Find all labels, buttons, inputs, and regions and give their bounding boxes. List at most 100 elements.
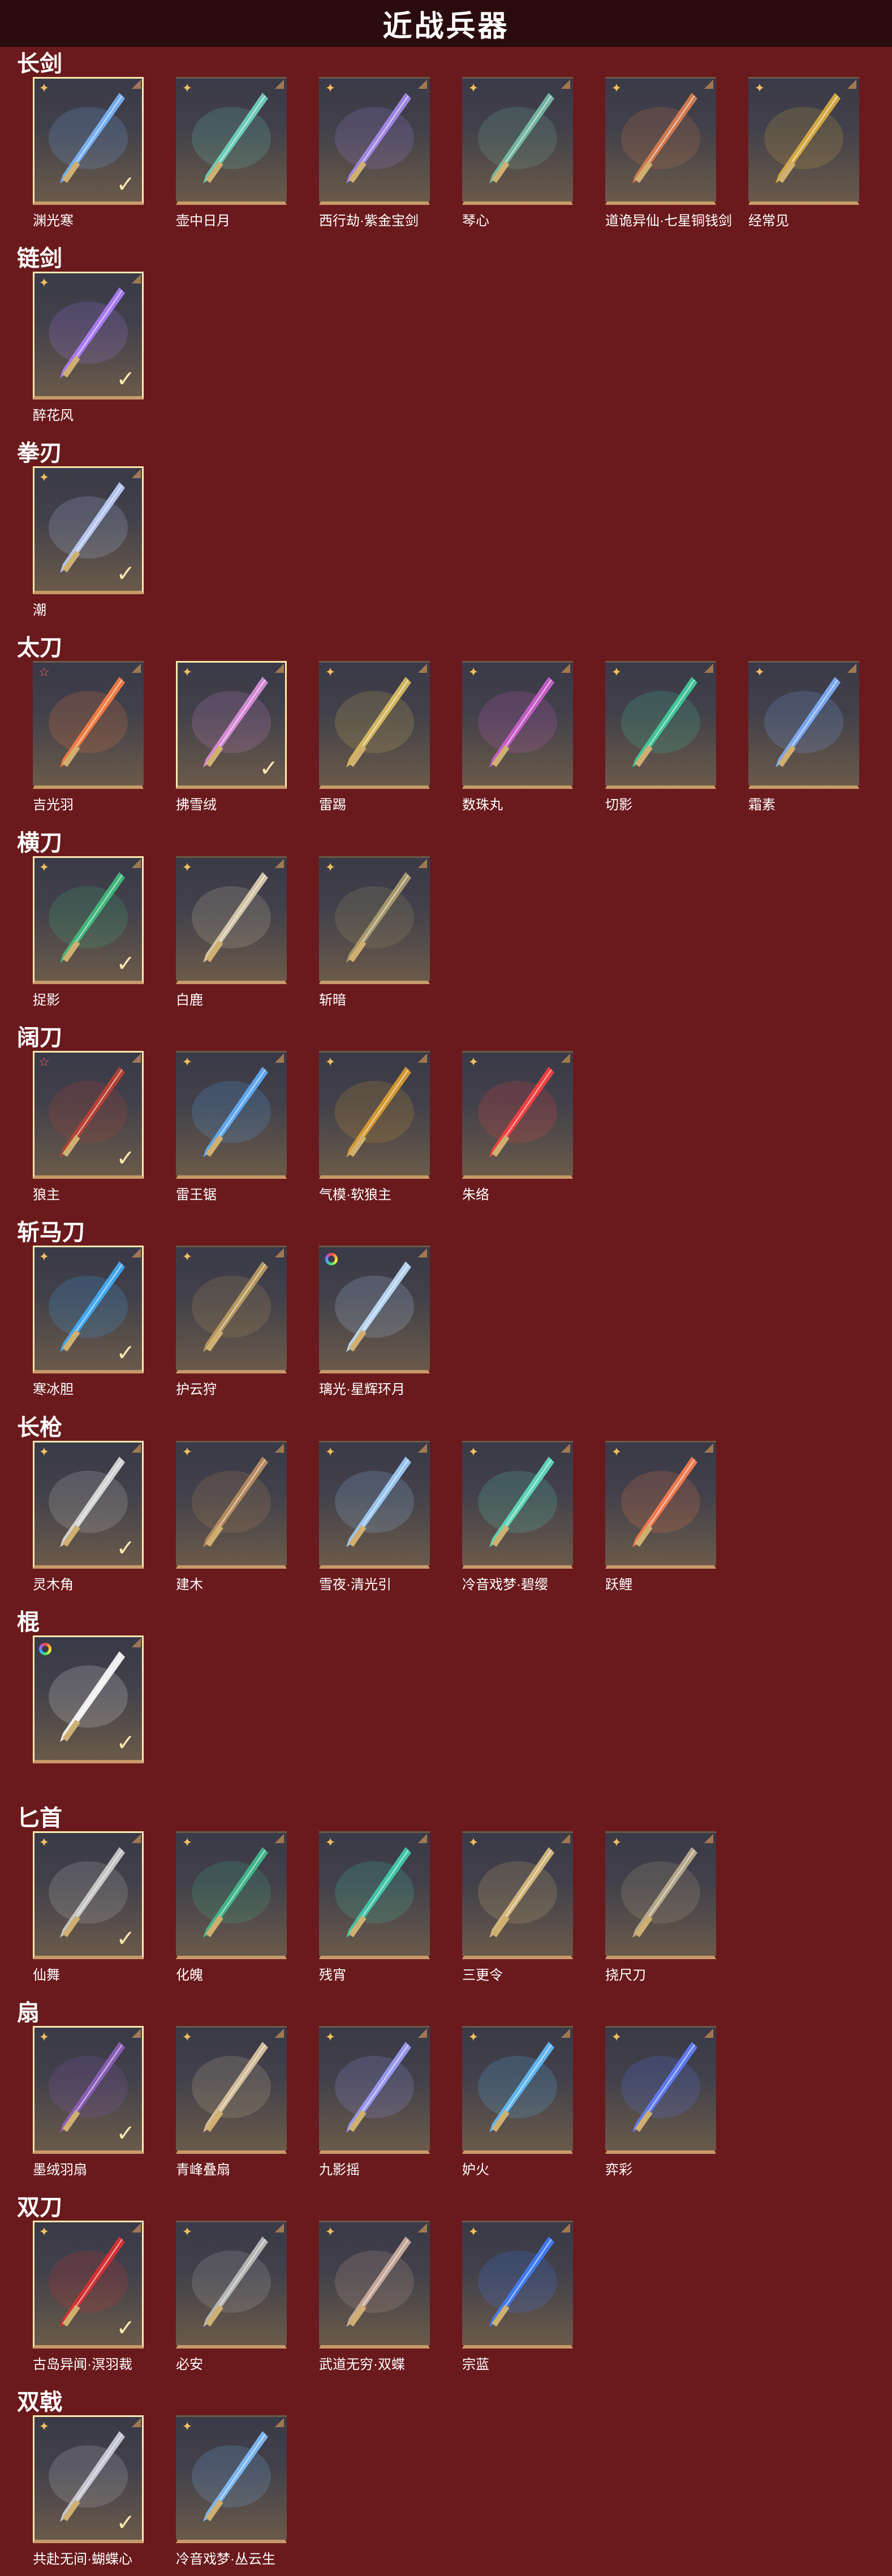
weapon-icon [335,1067,414,1157]
weapon-card[interactable]: ✦ 霜素 [748,661,859,813]
weapon-thumbnail[interactable]: ✦ [319,2026,430,2154]
weapon-card[interactable]: ✦ ✓ 渊光寒 [33,77,144,229]
weapon-thumbnail[interactable]: ✦ ✓ [33,466,144,594]
weapon-thumbnail[interactable]: ✦ [319,661,430,789]
weapon-card[interactable]: 璃光·星辉环月 [319,1246,430,1398]
weapon-thumbnail[interactable]: ✦ ✓ [33,2026,144,2154]
weapon-card[interactable]: ✦ 冷音戏梦·丛云生 [176,2415,287,2568]
weapon-card[interactable]: ✦ 气模·软狼主 [319,1051,430,1203]
weapon-thumbnail[interactable]: ✦ [462,77,573,205]
weapon-thumbnail[interactable]: ✦ [605,77,716,205]
weapon-thumbnail[interactable]: ✦ [605,1441,716,1569]
weapon-card[interactable]: ✦ ✓ 捉影 [33,856,144,1008]
weapon-card[interactable]: ☆ ✓ 狼主 [33,1051,144,1203]
category-title: 横刀 [17,831,62,856]
weapon-card[interactable]: ✦ 斩暗 [319,856,430,1008]
weapon-card[interactable]: ✦ 冷音戏梦·碧缨 [462,1441,573,1593]
weapon-icon [192,872,271,963]
weapon-card[interactable]: ✦ ✓ 共赴无间·蝴蝶心 [33,2415,144,2568]
weapon-thumbnail[interactable]: ☆ ✓ [33,1051,144,1179]
weapon-thumbnail[interactable]: ✦ [319,77,430,205]
weapon-card[interactable]: ✦ 雪夜·清光引 [319,1441,430,1593]
weapon-card[interactable]: ✦ 建木 [176,1441,287,1593]
weapon-thumbnail[interactable]: ✦ [319,2221,430,2349]
weapon-thumbnail[interactable]: ✦ [176,2221,287,2349]
weapon-thumbnail[interactable]: ✦ ✓ [33,272,144,400]
weapon-thumbnail[interactable]: ☆ [33,661,144,789]
weapon-thumbnail[interactable]: ✦ [319,856,430,984]
weapon-card[interactable]: ✦ 武道无穷·双蝶 [319,2221,430,2373]
weapon-thumbnail[interactable]: ✦ ✓ [33,2221,144,2349]
weapon-thumbnail[interactable]: ✦ [605,661,716,789]
weapon-thumbnail[interactable]: ✦ [462,1051,573,1179]
weapon-thumbnail[interactable]: ✦ [176,77,287,205]
weapon-thumbnail[interactable]: ✦ [176,2415,287,2543]
weapon-thumbnail[interactable]: ✦ [176,1831,287,1959]
weapon-thumbnail[interactable]: ✦ ✓ [33,1441,144,1569]
weapon-card[interactable]: ✦ ✓ 仙舞 [33,1831,144,1983]
weapon-card[interactable]: ✦ 妒火 [462,2026,573,2178]
weapon-card[interactable]: ✦ 残宵 [319,1831,430,1983]
weapon-thumbnail[interactable]: ✦ [176,1441,287,1569]
weapon-thumbnail[interactable]: ✦ [319,1441,430,1569]
weapon-thumbnail[interactable]: ✦ [605,2026,716,2154]
weapon-card[interactable]: ✦ 九影摇 [319,2026,430,2178]
weapon-thumbnail[interactable]: ✦ ✓ [33,856,144,984]
weapon-card[interactable]: ✦ ✓ 墨绒羽扇 [33,2026,144,2178]
sparkle-icon: ✦ [182,2419,193,2433]
weapon-thumbnail[interactable]: ✦ [462,661,573,789]
weapon-card[interactable]: ✦ ✓ 醉花风 [33,272,144,424]
weapon-thumbnail[interactable]: ✦ [319,1051,430,1179]
category-title: 双戟 [17,2390,62,2415]
weapon-card[interactable]: ✦ ✓ 潮 [33,466,144,619]
weapon-thumbnail[interactable]: ✦ [176,856,287,984]
weapon-thumbnail[interactable]: ✦ [462,1831,573,1959]
sparkle-icon: ✦ [182,2030,193,2044]
weapon-thumbnail[interactable]: ✦ [176,1051,287,1179]
weapon-thumbnail[interactable]: ✦ [605,1831,716,1959]
weapon-card[interactable]: ✦ ✓ 古岛异闻·溟羽裁 [33,2221,144,2373]
weapon-card[interactable]: ✦ 白鹿 [176,856,287,1008]
weapon-card[interactable]: ✦ ✓ 寒冰胆 [33,1246,144,1398]
weapon-card[interactable]: ✦ 挠尺刀 [605,1831,716,1983]
weapon-card[interactable]: ✦ 切影 [605,661,716,813]
weapon-thumbnail[interactable] [319,1246,430,1373]
weapon-thumbnail[interactable]: ✦ [176,2026,287,2154]
corner-mark-icon [847,80,856,89]
weapon-thumbnail[interactable]: ✦ ✓ [176,661,287,789]
weapon-thumbnail[interactable]: ✦ ✓ [33,1831,144,1959]
weapon-card[interactable]: ✦ 宗蓝 [462,2221,573,2373]
weapon-card[interactable]: ✦ 西行劫·紫金宝剑 [319,77,430,229]
weapon-card[interactable]: ✦ ✓ 拂雪绒 [176,661,287,813]
weapon-card[interactable]: ✦ 数珠丸 [462,661,573,813]
weapon-card[interactable]: ✦ 弈彩 [605,2026,716,2178]
weapon-thumbnail[interactable]: ✦ [748,661,859,789]
weapon-card[interactable]: ✦ 琴心 [462,77,573,229]
weapon-card[interactable]: ✓ [33,1635,144,1768]
weapon-card[interactable]: ✦ 经常见 [748,77,859,229]
weapon-card[interactable]: ✦ 雷王锯 [176,1051,287,1203]
weapon-card[interactable]: ✦ 三更令 [462,1831,573,1983]
weapon-thumbnail[interactable]: ✦ [462,2026,573,2154]
weapon-card[interactable]: ✦ 道诡异仙·七星铜钱剑 [605,77,732,229]
weapon-thumbnail[interactable]: ✦ ✓ [33,77,144,205]
weapon-card[interactable]: ✦ 朱络 [462,1051,573,1203]
weapon-card[interactable]: ✦ 必安 [176,2221,287,2373]
weapon-card[interactable]: ✦ 雷踢 [319,661,430,813]
weapon-card[interactable]: ☆ 吉光羽 [33,661,144,813]
weapon-card[interactable]: ✦ 跃鲤 [605,1441,716,1593]
weapon-thumbnail[interactable]: ✦ [319,1831,430,1959]
weapon-thumbnail[interactable]: ✦ [462,1441,573,1569]
weapon-thumbnail[interactable]: ✦ [748,77,859,205]
weapon-thumbnail[interactable]: ✦ ✓ [33,1246,144,1373]
corner-mark-icon [704,1834,713,1843]
weapon-thumbnail[interactable]: ✓ [33,1635,144,1763]
weapon-card[interactable]: ✦ 化魄 [176,1831,287,1983]
weapon-thumbnail[interactable]: ✦ [462,2221,573,2349]
weapon-card[interactable]: ✦ 护云狩 [176,1246,287,1398]
weapon-thumbnail[interactable]: ✦ [176,1246,287,1373]
weapon-card[interactable]: ✦ 壶中日月 [176,77,287,229]
weapon-card[interactable]: ✦ ✓ 灵木角 [33,1441,144,1593]
weapon-card[interactable]: ✦ 青峰叠扇 [176,2026,287,2178]
weapon-thumbnail[interactable]: ✦ ✓ [33,2415,144,2543]
